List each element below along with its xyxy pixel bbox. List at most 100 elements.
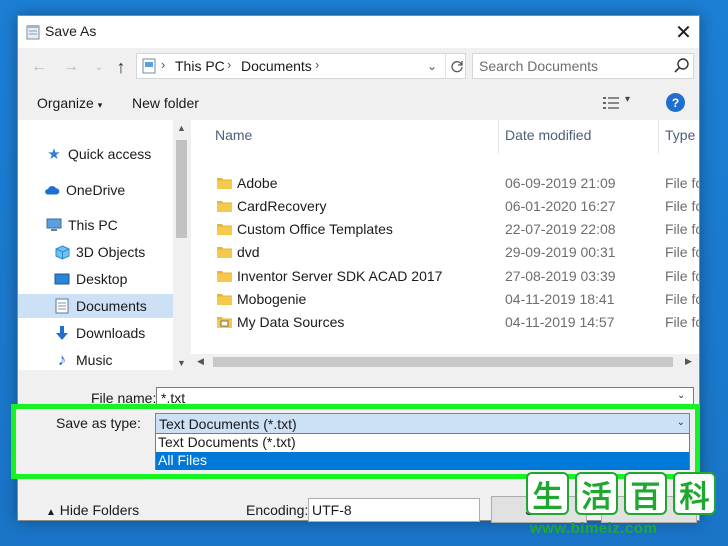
horizontal-scrollbar[interactable]: ◀ ▶ — [191, 354, 699, 370]
file-date: 06-09-2019 21:09 — [505, 175, 616, 191]
file-date: 29-09-2019 00:31 — [505, 244, 616, 260]
breadcrumb-separator: › — [161, 57, 166, 72]
file-date: 06-01-2020 16:27 — [505, 198, 616, 214]
recent-locations-button[interactable]: ⌄ — [88, 58, 110, 76]
view-details-icon[interactable] — [603, 96, 619, 110]
hide-folders-button[interactable]: ▲ Hide Folders — [46, 502, 139, 518]
horizontal-scrollbar-thumb[interactable] — [213, 357, 673, 367]
up-button[interactable]: ↑ — [110, 57, 132, 77]
file-date: 22-07-2019 22:08 — [505, 221, 616, 237]
folder-icon — [217, 247, 232, 258]
table-row[interactable]: Custom Office Templates 22-07-2019 22:08… — [191, 218, 699, 241]
window-title: Save As — [45, 23, 97, 39]
nav-item-documents[interactable]: Documents — [18, 294, 173, 318]
nav-item-this-pc[interactable]: This PC — [18, 213, 173, 237]
file-type: File fo — [665, 291, 699, 307]
watermark-chars: 生 活 百 科 — [526, 472, 716, 515]
breadcrumb-separator: › — [315, 57, 320, 72]
watermark-char: 活 — [575, 472, 618, 515]
data-sources-folder-icon — [217, 317, 232, 328]
help-icon[interactable]: ? — [666, 93, 685, 112]
dropdown-option-text-documents[interactable]: Text Documents (*.txt) — [156, 434, 689, 452]
nav-item-music[interactable]: ♪ Music — [18, 348, 173, 370]
encoding-select[interactable]: UTF-8 — [308, 498, 480, 522]
watermark-char: 生 — [526, 472, 569, 515]
table-row[interactable]: Inventor Server SDK ACAD 2017 27-08-2019… — [191, 265, 699, 288]
column-divider[interactable] — [498, 120, 499, 154]
watermark-url: www.bimeiz.com — [530, 520, 658, 537]
file-name: Mobogenie — [237, 291, 307, 307]
table-row[interactable]: CardRecovery 06-01-2020 16:27 File fo — [191, 195, 699, 218]
file-name: Adobe — [237, 175, 278, 191]
organize-label: Organize — [37, 95, 94, 111]
column-header-name[interactable]: Name — [215, 127, 252, 143]
nav-item-quick-access[interactable]: ★ Quick access — [18, 142, 173, 166]
address-row: ← → ⌄ ↑ › This PC › Documents › ⌄ — [18, 48, 699, 84]
scroll-left-arrow-icon[interactable]: ◀ — [197, 356, 204, 367]
notepad-icon — [26, 25, 40, 40]
nav-item-3d-objects[interactable]: 3D Objects — [18, 240, 173, 264]
column-header-date-modified[interactable]: Date modified — [505, 127, 591, 143]
arrow-right-icon: → — [63, 58, 79, 75]
breadcrumb-this-pc[interactable]: This PC — [175, 58, 225, 74]
back-button[interactable]: ← — [28, 58, 50, 76]
nav-item-label: Desktop — [76, 271, 128, 287]
close-icon: ✕ — [675, 21, 692, 44]
file-name: CardRecovery — [237, 198, 327, 214]
search-icon[interactable] — [673, 57, 691, 75]
folder-icon — [217, 178, 232, 189]
search-input[interactable] — [479, 57, 669, 75]
watermark-logo: 生 活 百 科 www.bimeiz.com — [526, 472, 722, 538]
cube-icon — [54, 244, 70, 260]
chevron-down-icon[interactable]: ⌄ — [677, 390, 685, 401]
address-dropdown-button[interactable]: ⌄ — [422, 56, 442, 76]
table-row[interactable]: dvd 29-09-2019 00:31 File fo — [191, 241, 699, 264]
chevron-down-icon: ⌄ — [676, 417, 685, 428]
cloud-icon — [44, 182, 60, 198]
address-bar[interactable]: › This PC › Documents › ⌄ — [136, 53, 466, 79]
desktop-icon — [54, 271, 70, 287]
folder-icon — [217, 271, 232, 282]
nav-item-onedrive[interactable]: OneDrive — [18, 178, 173, 202]
close-button[interactable]: ✕ — [668, 16, 699, 48]
chevron-down-icon: ⌄ — [94, 61, 104, 73]
file-type: File fo — [665, 221, 699, 237]
view-options-dropdown[interactable]: ▾ — [625, 94, 630, 105]
scroll-down-arrow-icon[interactable]: ▼ — [173, 358, 190, 368]
search-box[interactable] — [472, 53, 694, 79]
nav-scrollbar[interactable]: ▲ ▼ — [173, 120, 190, 370]
chevron-down-icon: ⌄ — [426, 59, 438, 73]
column-divider[interactable] — [658, 120, 659, 154]
column-header-type[interactable]: Type — [665, 127, 695, 143]
nav-item-desktop[interactable]: Desktop — [18, 267, 173, 291]
file-type: File fo — [665, 268, 699, 284]
save-as-type-select[interactable]: Text Documents (*.txt) ⌄ — [155, 413, 690, 434]
table-row[interactable]: My Data Sources 04-11-2019 14:57 File fo — [191, 311, 699, 334]
folder-icon — [217, 294, 232, 305]
scroll-up-arrow-icon[interactable]: ▲ — [173, 123, 190, 133]
dropdown-option-all-files[interactable]: All Files — [156, 452, 689, 470]
new-folder-button[interactable]: New folder — [132, 95, 199, 111]
nav-item-downloads[interactable]: Downloads — [18, 321, 173, 345]
nav-item-label: Documents — [76, 298, 147, 314]
table-row[interactable]: Adobe 06-09-2019 21:09 File fo — [191, 172, 699, 195]
download-arrow-icon — [54, 325, 70, 341]
nav-item-label: Downloads — [76, 325, 146, 341]
star-icon: ★ — [47, 146, 61, 163]
breadcrumb-documents[interactable]: Documents — [241, 58, 312, 74]
nav-item-label: Quick access — [68, 146, 152, 162]
encoding-label: Encoding: — [246, 502, 309, 518]
forward-button[interactable]: → — [60, 58, 82, 76]
save-as-type-dropdown-list: Text Documents (*.txt) All Files — [155, 433, 690, 470]
scroll-right-arrow-icon[interactable]: ▶ — [685, 356, 692, 367]
file-date: 04-11-2019 14:57 — [505, 314, 615, 330]
refresh-button[interactable] — [445, 54, 467, 78]
file-list: ⌃ Name Date modified Type Adobe 06-09-20… — [191, 120, 699, 370]
nav-scrollbar-thumb[interactable] — [176, 140, 187, 238]
toolbar: Organize ▾ New folder ▾ ? — [18, 86, 699, 118]
watermark-char: 百 — [624, 472, 667, 515]
watermark-char: 科 — [673, 472, 716, 515]
file-type: File fo — [665, 175, 699, 191]
organize-button[interactable]: Organize ▾ — [37, 95, 102, 111]
table-row[interactable]: Mobogenie 04-11-2019 18:41 File fo — [191, 288, 699, 311]
